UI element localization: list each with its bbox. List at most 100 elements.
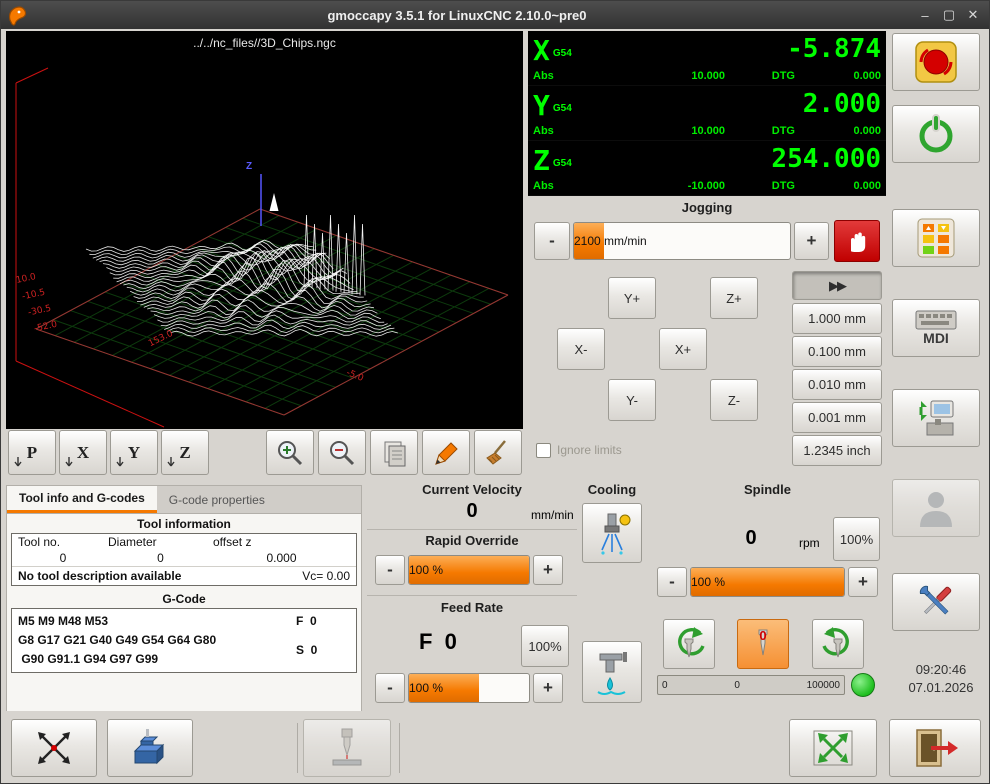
toolpath-toggle-button[interactable] — [370, 430, 418, 475]
estop-button[interactable] — [892, 33, 980, 91]
jog-x-plus-button[interactable]: X+ — [659, 328, 707, 370]
pencil-icon — [431, 438, 461, 468]
spindle-ccw-button[interactable] — [663, 619, 715, 669]
rapid-minus-button[interactable]: - — [375, 555, 405, 585]
flood-icon — [592, 648, 632, 696]
touch-off-button[interactable] — [11, 719, 97, 777]
tool-length-sensor-icon — [325, 726, 369, 770]
spindle-override-value: 100 % — [691, 575, 725, 589]
view-y-button[interactable]: Y — [110, 430, 158, 475]
jog-y-minus-button[interactable]: Y- — [608, 379, 656, 421]
jog-increment-button[interactable]: 1.000 mm — [792, 303, 882, 334]
jog-increment-button[interactable]: 0.001 mm — [792, 402, 882, 433]
zoom-in-button[interactable] — [266, 430, 314, 475]
velocity-unit: mm/min — [531, 508, 574, 522]
jog-increment-button[interactable]: 0.010 mm — [792, 369, 882, 400]
spindle-stop-button[interactable]: 0 — [737, 619, 789, 669]
dimensions-button[interactable] — [422, 430, 470, 475]
spindle-stop-label: 0 — [759, 628, 766, 643]
exit-button[interactable] — [889, 719, 981, 777]
dro-axis-x[interactable]: X G54 -5.874 Abs 10.000 DTG 0.000 — [528, 31, 886, 86]
gcode-line: M5 M9 M48 M53 — [18, 612, 296, 631]
jog-z-minus-button[interactable]: Z- — [710, 379, 758, 421]
dtg-value: 0.000 — [795, 180, 881, 192]
active-gcodes-box: M5 M9 M48 M53 G8 G17 G21 G40 G49 G54 G64… — [11, 608, 357, 673]
flood-coolant-button[interactable] — [582, 641, 642, 703]
mist-coolant-button[interactable] — [582, 503, 642, 563]
turtle-jog-button[interactable] — [834, 220, 880, 262]
mdi-label: MDI — [923, 330, 949, 346]
tool-settings-button[interactable] — [892, 389, 980, 447]
keyboard-icon — [915, 310, 957, 330]
feed-rate-slider[interactable]: 100 % — [408, 673, 530, 703]
view-z-button[interactable]: Z — [161, 430, 209, 475]
abs-label: Abs — [533, 70, 573, 82]
spindle-plus-button[interactable]: + — [848, 567, 878, 597]
jog-z-plus-button[interactable]: Z+ — [710, 277, 758, 319]
tab-tool-info[interactable]: Tool info and G-codes — [7, 486, 157, 513]
dtg-label: DTG — [725, 180, 795, 192]
touch-plate-button[interactable] — [107, 719, 193, 777]
expand-arrows-icon — [812, 729, 854, 767]
feed-100-button[interactable]: 100% — [521, 625, 569, 667]
spindle-minus-button[interactable]: - — [657, 567, 687, 597]
rapid-override-value: 100 % — [409, 563, 443, 577]
axis-cross-icon — [32, 728, 76, 768]
jog-speed-slider[interactable]: 2100 mm/min — [573, 222, 791, 260]
window-title: gmoccapy 3.5.1 for LinuxCNC 2.10.0~pre0 — [1, 8, 913, 23]
jog-increment-button[interactable]: 0.100 mm — [792, 336, 882, 367]
rapid-override-slider[interactable]: 100 % — [408, 555, 530, 585]
gcode-line: G8 G17 G21 G40 G49 G54 G64 G80 — [18, 631, 296, 650]
jog-speed-minus-button[interactable]: - — [534, 222, 570, 260]
spindle-speed-bar: 0 0 100000 — [657, 675, 845, 695]
notebook-tabbar: Tool info and G-codes G-code properties — [7, 486, 361, 514]
jog-x-minus-button[interactable]: X- — [557, 328, 605, 370]
view-perspective-button[interactable]: P — [8, 430, 56, 475]
show-keypad-button[interactable] — [892, 209, 980, 267]
tools-icon — [913, 579, 959, 625]
rapid-plus-button[interactable]: + — [533, 555, 563, 585]
tool-information-table: Tool no. Diameter offset z 0 0 0.000 No … — [11, 533, 357, 586]
jog-increment-continuous-button[interactable]: ▶▶ — [792, 271, 882, 300]
gcode-line: G90 G91.1 G94 G97 G99 — [18, 650, 296, 669]
info-notebook: Tool info and G-codes G-code properties … — [6, 485, 362, 711]
zoom-out-button[interactable] — [318, 430, 366, 475]
fullscreen-button[interactable] — [789, 719, 877, 777]
bar-max: 100000 — [807, 680, 840, 691]
tool-measure-button[interactable] — [303, 719, 391, 777]
gremlin-preview[interactable]: ../../nc_files//3D_Chips.ngc Z 10.0 -10.… — [6, 31, 523, 429]
loaded-file-path: ../../nc_files//3D_Chips.ngc — [6, 36, 523, 50]
user-mode-button[interactable] — [892, 479, 980, 537]
clear-plot-button[interactable] — [474, 430, 522, 475]
spindle-override-slider[interactable]: 100 % — [690, 567, 845, 597]
ignore-limits-label: Ignore limits — [557, 443, 622, 457]
maximize-button[interactable]: ▢ — [937, 4, 961, 26]
zoom-out-icon — [327, 438, 357, 468]
jog-increment-button[interactable]: 1.2345 inch — [792, 435, 882, 466]
settings-button[interactable] — [892, 573, 980, 631]
feed-minus-button[interactable]: - — [375, 673, 405, 703]
rapid-override-label: Rapid Override — [367, 533, 577, 548]
main-window: gmoccapy 3.5.1 for LinuxCNC 2.10.0~pre0 … — [0, 0, 990, 784]
minimize-button[interactable]: – — [913, 4, 937, 26]
user-icon — [916, 487, 956, 529]
spindle-100-button[interactable]: 100% — [833, 517, 880, 561]
jog-speed-plus-button[interactable]: + — [794, 222, 829, 260]
machine-on-button[interactable] — [892, 105, 980, 163]
dro-axis-y[interactable]: Y G54 2.000 Abs 10.000 DTG 0.000 — [528, 86, 886, 141]
broom-icon — [483, 438, 513, 468]
hand-icon — [843, 227, 871, 255]
close-button[interactable]: ✕ — [961, 4, 985, 26]
tool-information-header: Tool information — [11, 517, 357, 531]
feed-plus-button[interactable]: + — [533, 673, 563, 703]
spindle-cw-button[interactable] — [812, 619, 864, 669]
app-icon — [6, 4, 28, 31]
view-x-button[interactable]: X — [59, 430, 107, 475]
tab-gcode-properties[interactable]: G-code properties — [157, 486, 277, 513]
zoom-in-icon — [275, 438, 305, 468]
dro-axis-z[interactable]: Z G54 254.000 Abs -10.000 DTG 0.000 — [528, 141, 886, 196]
mdi-button[interactable]: MDI — [892, 299, 980, 357]
jog-y-plus-button[interactable]: Y+ — [608, 277, 656, 319]
dtg-label: DTG — [725, 125, 795, 137]
ignore-limits-checkbox[interactable] — [536, 443, 551, 458]
